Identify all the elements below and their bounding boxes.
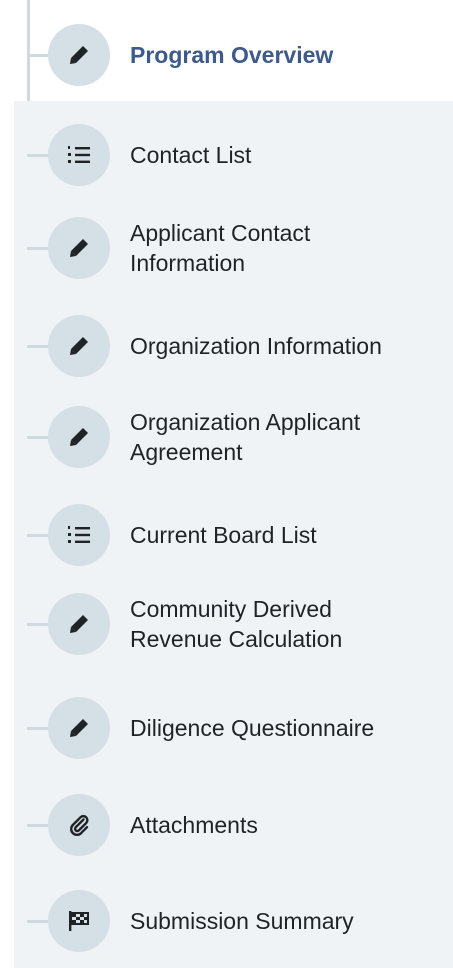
pencil-icon	[48, 697, 110, 759]
list-icon	[48, 504, 110, 566]
list-icon	[48, 124, 110, 186]
step-submission-summary[interactable]: Submission Summary	[0, 890, 453, 952]
pencil-icon	[48, 315, 110, 377]
step-label: Submission Summary	[130, 908, 354, 934]
step-label: Attachments	[130, 812, 258, 838]
step-label: Applicant Contact Information	[130, 220, 311, 276]
flag-checkered-icon	[48, 890, 110, 952]
step-navigation: Program Overview Contact List Applicant …	[0, 0, 453, 968]
step-label: Diligence Questionnaire	[130, 715, 375, 741]
step-organization-information[interactable]: Organization Information	[0, 315, 453, 377]
step-label: Program Overview	[130, 42, 334, 68]
paperclip-icon	[48, 794, 110, 856]
step-current-board-list[interactable]: Current Board List	[0, 504, 453, 566]
step-program-overview[interactable]: Program Overview	[0, 24, 453, 86]
step-applicant-contact-information[interactable]: Applicant Contact Information	[0, 217, 453, 279]
step-community-derived-revenue-calculation[interactable]: Community Derived Revenue Calculation	[0, 593, 453, 655]
step-contact-list[interactable]: Contact List	[0, 124, 453, 186]
step-diligence-questionnaire[interactable]: Diligence Questionnaire	[0, 697, 453, 759]
step-label: Organization Information	[130, 333, 382, 359]
step-label: Organization Applicant Agreement	[130, 409, 361, 465]
step-label: Community Derived Revenue Calculation	[130, 596, 343, 652]
step-organization-applicant-agreement[interactable]: Organization Applicant Agreement	[0, 406, 453, 468]
step-label: Contact List	[130, 142, 252, 168]
pencil-icon	[48, 217, 110, 279]
step-label: Current Board List	[130, 522, 317, 548]
pencil-icon	[48, 593, 110, 655]
step-attachments[interactable]: Attachments	[0, 794, 453, 856]
pencil-icon	[48, 406, 110, 468]
pencil-icon	[48, 24, 110, 86]
